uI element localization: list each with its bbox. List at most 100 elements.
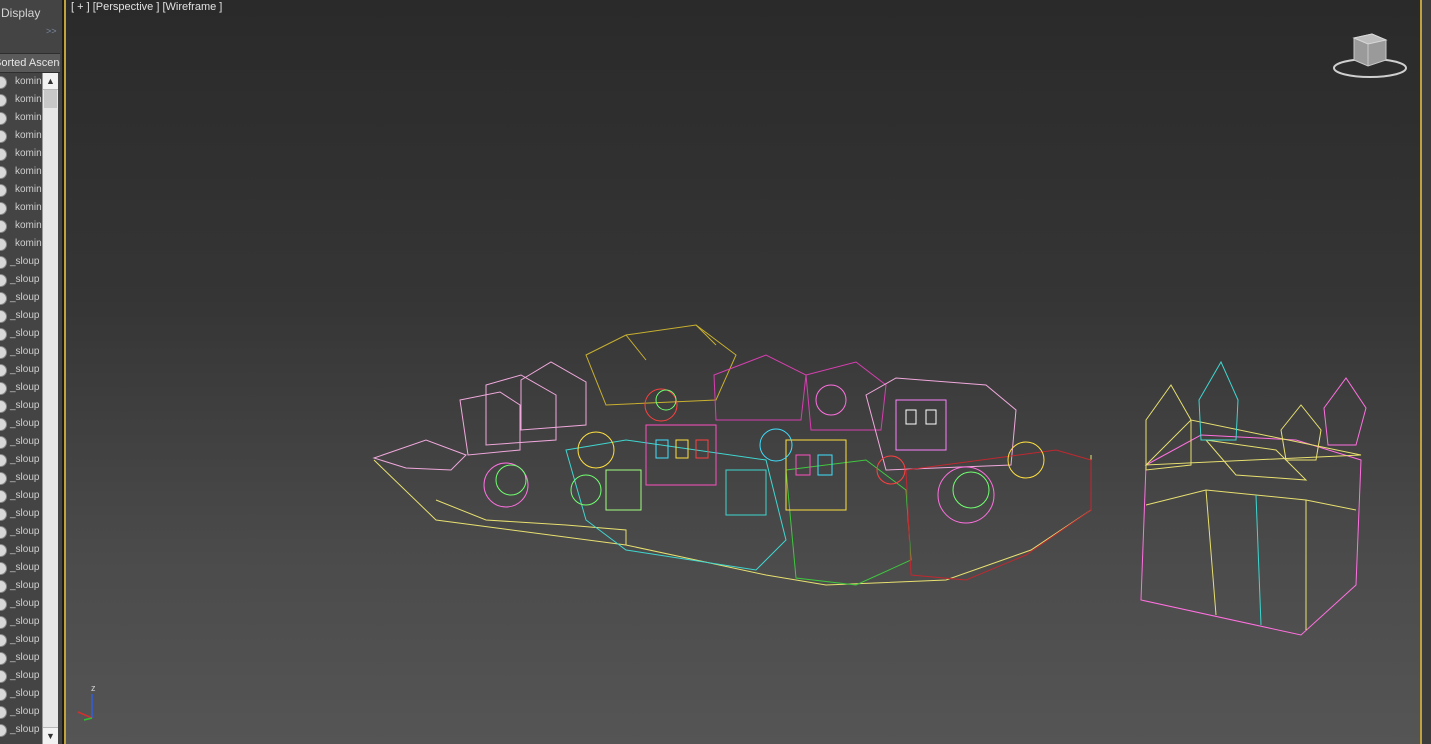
object-list-item[interactable]: _sloup [0, 397, 42, 415]
visibility-toggle-icon[interactable] [0, 616, 7, 629]
visibility-toggle-icon[interactable] [0, 454, 7, 467]
visibility-toggle-icon[interactable] [0, 94, 7, 107]
object-list-item[interactable]: _sloup [0, 451, 42, 469]
scroll-thumb[interactable] [44, 90, 57, 108]
object-list: komin komin komin komin komin komin komin komin… [0, 73, 42, 744]
object-name: _sloup [10, 652, 40, 663]
visibility-toggle-icon[interactable] [0, 112, 7, 125]
display-tab[interactable]: Display [1, 6, 40, 20]
object-name: _sloup [10, 544, 40, 555]
object-list-item[interactable]: _sloup [0, 703, 42, 721]
object-list-item[interactable]: _sloup [0, 721, 42, 739]
scroll-down-arrow-icon[interactable]: ▼ [43, 727, 58, 744]
visibility-toggle-icon[interactable] [0, 310, 7, 323]
object-list-item[interactable]: _sloup [0, 253, 42, 271]
visibility-toggle-icon[interactable] [0, 688, 7, 701]
visibility-toggle-icon[interactable] [0, 508, 7, 521]
visibility-toggle-icon[interactable] [0, 238, 7, 251]
axis-tripod-icon: z [77, 683, 96, 721]
object-list-item[interactable]: _sloup [0, 361, 42, 379]
object-list-item[interactable]: _sloup [0, 415, 42, 433]
object-name: komin [15, 76, 42, 87]
expand-panel-icon[interactable]: >> [46, 26, 57, 36]
visibility-toggle-icon[interactable] [0, 364, 7, 377]
object-list-item[interactable]: _sloup [0, 559, 42, 577]
house-wire-1 [372, 439, 467, 471]
visibility-toggle-icon[interactable] [0, 598, 7, 611]
object-list-item[interactable]: komin [0, 109, 42, 127]
object-name: _sloup [10, 598, 40, 609]
object-list-item[interactable]: _sloup [0, 649, 42, 667]
object-list-item[interactable]: _sloup [0, 271, 42, 289]
object-name: _sloup [10, 400, 40, 411]
object-list-item[interactable]: komin [0, 73, 42, 91]
object-list-item[interactable]: _sloup [0, 469, 42, 487]
object-list-item[interactable]: _sloup [0, 667, 42, 685]
visibility-toggle-icon[interactable] [0, 220, 7, 233]
object-list-item[interactable]: _sloup [0, 523, 42, 541]
object-list-item[interactable]: _sloup [0, 541, 42, 559]
object-name: _sloup [10, 436, 40, 447]
visibility-toggle-icon[interactable] [0, 544, 7, 557]
visibility-toggle-icon[interactable] [0, 562, 7, 575]
object-list-item[interactable]: komin [0, 127, 42, 145]
scroll-up-arrow-icon[interactable]: ▲ [43, 73, 58, 90]
visibility-toggle-icon[interactable] [0, 148, 7, 161]
object-list-item[interactable]: _sloup [0, 379, 42, 397]
visibility-toggle-icon[interactable] [0, 580, 7, 593]
object-name: _sloup [10, 328, 40, 339]
object-list-scrollbar[interactable]: ▲ ▼ [42, 73, 58, 744]
object-list-item[interactable]: komin [0, 163, 42, 181]
object-list-item[interactable]: komin [0, 181, 42, 199]
object-name: _sloup [10, 526, 40, 537]
sort-header-label: Sorted Ascending [0, 57, 60, 69]
object-list-item[interactable]: _sloup [0, 595, 42, 613]
visibility-toggle-icon[interactable] [0, 652, 7, 665]
visibility-toggle-icon[interactable] [0, 346, 7, 359]
object-list-item[interactable]: komin [0, 91, 42, 109]
visibility-toggle-icon[interactable] [0, 634, 7, 647]
object-list-item[interactable]: _sloup [0, 613, 42, 631]
visibility-toggle-icon[interactable] [0, 526, 7, 539]
object-list-item[interactable]: komin [0, 235, 42, 253]
visibility-toggle-icon[interactable] [0, 166, 7, 179]
visibility-toggle-icon[interactable] [0, 670, 7, 683]
visibility-toggle-icon[interactable] [0, 472, 7, 485]
object-list-item[interactable]: komin [0, 199, 42, 217]
visibility-toggle-icon[interactable] [0, 724, 7, 737]
object-list-item[interactable]: _sloup [0, 325, 42, 343]
object-name: _sloup [10, 706, 40, 717]
object-list-item[interactable]: komin [0, 217, 42, 235]
object-list-item[interactable]: _sloup [0, 505, 42, 523]
visibility-toggle-icon[interactable] [0, 328, 7, 341]
object-list-item[interactable]: komin [0, 145, 42, 163]
perspective-viewport[interactable]: [ + ] [Perspective ] [Wireframe ] z [64, 0, 1422, 744]
viewcube-icon[interactable] [1332, 30, 1412, 82]
visibility-toggle-icon[interactable] [0, 382, 7, 395]
object-name: _sloup [10, 490, 40, 501]
visibility-toggle-icon[interactable] [0, 436, 7, 449]
sort-column-header[interactable]: Sorted Ascending [0, 53, 60, 73]
visibility-toggle-icon[interactable] [0, 202, 7, 215]
object-list-item[interactable]: _sloup [0, 343, 42, 361]
object-list-item[interactable]: _sloup [0, 577, 42, 595]
object-list-item[interactable]: _sloup [0, 307, 42, 325]
visibility-toggle-icon[interactable] [0, 400, 7, 413]
object-list-item[interactable]: _sloup [0, 685, 42, 703]
object-list-item[interactable]: _sloup [0, 433, 42, 451]
visibility-toggle-icon[interactable] [0, 706, 7, 719]
visibility-toggle-icon[interactable] [0, 292, 7, 305]
visibility-toggle-icon[interactable] [0, 256, 7, 269]
visibility-toggle-icon[interactable] [0, 130, 7, 143]
wireframe-scene[interactable] [66, 0, 1422, 744]
visibility-toggle-icon[interactable] [0, 76, 7, 89]
object-list-item[interactable]: _sloup [0, 487, 42, 505]
object-list-item[interactable]: _sloup [0, 631, 42, 649]
object-name: _sloup [10, 382, 40, 393]
visibility-toggle-icon[interactable] [0, 490, 7, 503]
object-list-item[interactable]: _sloup [0, 289, 42, 307]
visibility-toggle-icon[interactable] [0, 184, 7, 197]
visibility-toggle-icon[interactable] [0, 418, 7, 431]
roof-ridge-wire-2 [695, 324, 717, 346]
visibility-toggle-icon[interactable] [0, 274, 7, 287]
